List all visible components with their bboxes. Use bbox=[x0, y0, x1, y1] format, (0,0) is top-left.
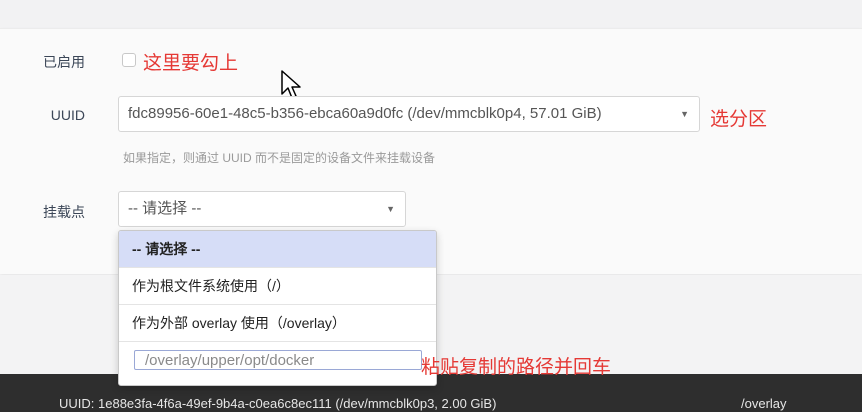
uuid-select[interactable]: fdc89956-60e1-48c5-b356-ebca60a9d0fc (/d… bbox=[118, 96, 700, 132]
mountpoint-dropdown: -- 请选择 -- 作为根文件系统使用（/） 作为外部 overlay 使用（/… bbox=[118, 230, 437, 386]
row-mountpoint: /overlay bbox=[741, 396, 787, 411]
uuid-select-value: fdc89956-60e1-48c5-b356-ebca60a9d0fc (/d… bbox=[128, 105, 602, 122]
option-overlay[interactable]: 作为外部 overlay 使用（/overlay） bbox=[119, 305, 436, 342]
caret-down-icon: ▼ bbox=[386, 204, 395, 214]
enabled-checkbox[interactable] bbox=[122, 53, 136, 67]
mountpoint-select-value: -- 请选择 -- bbox=[128, 200, 202, 217]
mountpoint-select[interactable]: -- 请选择 -- ▼ bbox=[118, 191, 406, 227]
top-strip bbox=[0, 0, 862, 28]
paste-annotation: 粘贴复制的路径并回车 bbox=[421, 356, 612, 378]
custom-mountpoint-input[interactable] bbox=[134, 350, 422, 370]
caret-down-icon: ▼ bbox=[680, 109, 689, 119]
uuid-label: UUID bbox=[50, 107, 85, 123]
mountpoint-label: 挂载点 bbox=[43, 204, 85, 220]
uuid-hint: 如果指定，则通过 UUID 而不是固定的设备文件来挂载设备 bbox=[123, 151, 436, 165]
partition-annotation: 选分区 bbox=[710, 108, 768, 130]
option-root-fs[interactable]: 作为根文件系统使用（/） bbox=[119, 268, 436, 305]
custom-option-row bbox=[119, 342, 436, 385]
option-please-select[interactable]: -- 请选择 -- bbox=[119, 231, 436, 268]
row-uuid: UUID: 1e88e3fa-4f6a-49ef-9b4a-c0ea6c8ec1… bbox=[59, 396, 497, 411]
enabled-label: 已启用 bbox=[43, 54, 85, 70]
check-annotation: 这里要勾上 bbox=[143, 52, 239, 74]
